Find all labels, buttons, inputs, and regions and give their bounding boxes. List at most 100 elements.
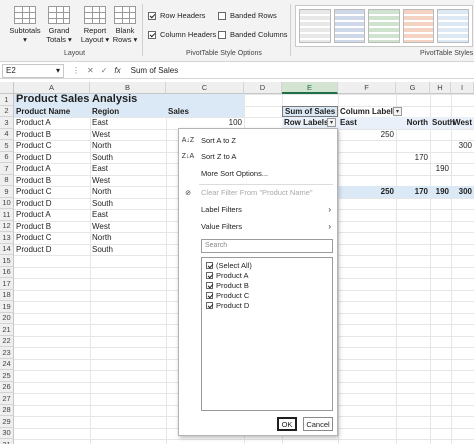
pivot-value[interactable]: 300 — [451, 140, 474, 152]
table-cell-product[interactable]: Product A — [14, 209, 90, 221]
row-header-28[interactable]: 28 — [0, 404, 14, 416]
blank-rows-button[interactable]: Blank Rows ▾ — [110, 6, 140, 44]
column-header-d[interactable]: D — [244, 82, 282, 94]
column-label-product[interactable]: Product Name — [14, 106, 90, 118]
table-cell-product[interactable]: Product A — [14, 163, 90, 175]
grand-totals-button[interactable]: Grand Totals ▾ — [44, 6, 74, 44]
list-item[interactable]: (Select All) — [206, 260, 252, 270]
pivot-style-thumb[interactable] — [402, 9, 435, 43]
table-cell-region[interactable]: East — [90, 117, 166, 129]
table-cell-product[interactable]: Product D — [14, 152, 90, 164]
list-item[interactable]: Product C — [206, 290, 249, 300]
banded-columns-checkbox[interactable]: Banded Columns — [218, 30, 288, 39]
row-header-4[interactable]: 4 — [0, 128, 14, 140]
row-header-21[interactable]: 21 — [0, 324, 14, 336]
row-header-19[interactable]: 19 — [0, 301, 14, 313]
pivot-style-thumb[interactable] — [437, 9, 469, 43]
row-header-16[interactable]: 16 — [0, 266, 14, 278]
row-header-27[interactable]: 27 — [0, 393, 14, 405]
table-cell-region[interactable]: North — [90, 140, 166, 152]
table-cell-region[interactable]: West — [90, 221, 166, 233]
table-cell-product[interactable]: Product C — [14, 232, 90, 244]
pivot-column-labels[interactable]: Column Labels — [338, 106, 397, 118]
row-labels-filter-dropdown[interactable]: ▾ — [327, 118, 336, 127]
table-cell-product[interactable]: Product D — [14, 244, 90, 256]
cancel-button[interactable]: Cancel — [303, 417, 333, 431]
row-header-20[interactable]: 20 — [0, 312, 14, 324]
pivot-style-thumb[interactable] — [333, 9, 366, 43]
column-header-f[interactable]: F — [338, 82, 396, 94]
table-cell-product[interactable]: Product C — [14, 140, 90, 152]
row-header-9[interactable]: 9 — [0, 186, 14, 198]
row-header-3[interactable]: 3 — [0, 117, 14, 129]
table-cell-product[interactable]: Product B — [14, 221, 90, 233]
pivot-style-thumb[interactable] — [299, 9, 331, 43]
label-filters-item[interactable]: Label Filters › — [179, 202, 337, 217]
row-header-2[interactable]: 2 — [0, 105, 14, 117]
list-item[interactable]: Product A — [206, 270, 249, 280]
chevron-down-icon[interactable]: ▾ — [56, 66, 60, 75]
pivot-region-west[interactable]: West — [451, 117, 474, 129]
sort-a-to-z-item[interactable]: A↓Z Sort A to Z — [179, 133, 337, 148]
column-headers-checkbox[interactable]: Column Headers — [148, 30, 216, 39]
pivot-total-north[interactable]: 170 — [396, 186, 430, 198]
pivot-region-east[interactable]: East — [338, 117, 396, 129]
row-header-29[interactable]: 29 — [0, 416, 14, 428]
table-cell-product[interactable]: Product A — [14, 117, 90, 129]
column-header-h[interactable]: H — [430, 82, 451, 94]
row-header-13[interactable]: 13 — [0, 232, 14, 244]
value-filters-item[interactable]: Value Filters › — [179, 219, 337, 234]
sort-z-to-a-item[interactable]: Z↓A Sort Z to A — [179, 149, 337, 164]
pivot-sum-label[interactable]: Sum of Sales — [282, 105, 338, 117]
row-header-31[interactable]: 31 — [0, 439, 14, 444]
pivot-region-north[interactable]: North — [396, 117, 430, 129]
row-header-22[interactable]: 22 — [0, 335, 14, 347]
select-all-corner[interactable] — [0, 82, 14, 94]
subtotals-button[interactable]: Subtotals ▾ — [6, 6, 44, 44]
report-layout-button[interactable]: Report Layout ▾ — [80, 6, 110, 44]
pivot-region-south[interactable]: South — [430, 117, 455, 129]
pivot-style-thumb[interactable] — [368, 9, 400, 43]
table-cell-product[interactable]: Product C — [14, 186, 90, 198]
table-cell-region[interactable]: East — [90, 163, 166, 175]
row-header-12[interactable]: 12 — [0, 220, 14, 232]
table-cell-region[interactable]: North — [90, 232, 166, 244]
column-label-sales[interactable]: Sales — [166, 106, 244, 118]
row-header-7[interactable]: 7 — [0, 163, 14, 175]
row-header-5[interactable]: 5 — [0, 140, 14, 152]
filter-search-input[interactable]: Search — [201, 239, 333, 253]
row-header-18[interactable]: 18 — [0, 289, 14, 301]
row-header-25[interactable]: 25 — [0, 370, 14, 382]
pivot-value[interactable]: 190 — [430, 163, 451, 175]
table-cell-region[interactable]: North — [90, 186, 166, 198]
insert-function-icon[interactable]: fx — [114, 66, 120, 75]
pivot-total-east[interactable]: 250 — [338, 186, 396, 198]
pivot-total-west[interactable]: 300 — [451, 186, 474, 198]
name-box[interactable]: E2 ▾ — [2, 63, 64, 78]
table-cell-region[interactable]: South — [90, 244, 166, 256]
formula-input[interactable]: Sum of Sales — [131, 66, 179, 75]
row-header-10[interactable]: 10 — [0, 197, 14, 209]
table-cell-region[interactable]: South — [90, 152, 166, 164]
row-header-23[interactable]: 23 — [0, 347, 14, 359]
column-label-region[interactable]: Region — [90, 106, 166, 118]
row-header-15[interactable]: 15 — [0, 255, 14, 267]
table-cell-product[interactable]: Product B — [14, 129, 90, 141]
row-header-8[interactable]: 8 — [0, 174, 14, 186]
column-labels-filter-dropdown[interactable]: ▾ — [393, 106, 402, 116]
table-cell-product[interactable]: Product D — [14, 198, 90, 210]
table-title[interactable]: Product Sales Analysis — [14, 93, 242, 106]
enter-icon[interactable]: ✓ — [101, 66, 108, 75]
row-header-6[interactable]: 6 — [0, 151, 14, 163]
pivot-row-labels[interactable]: Row Labels — [282, 117, 328, 129]
pivot-total-south[interactable]: 190 — [430, 186, 451, 198]
column-header-i[interactable]: I — [451, 82, 474, 94]
table-cell-sales[interactable]: 100 — [166, 117, 244, 129]
pivot-value[interactable]: 250 — [338, 129, 396, 141]
banded-rows-checkbox[interactable]: Banded Rows — [218, 11, 277, 20]
pivot-value[interactable]: 170 — [396, 152, 430, 164]
table-cell-region[interactable]: East — [90, 209, 166, 221]
row-header-1[interactable]: 1 — [0, 94, 14, 106]
row-header-11[interactable]: 11 — [0, 209, 14, 221]
ok-button[interactable]: OK — [277, 417, 297, 431]
